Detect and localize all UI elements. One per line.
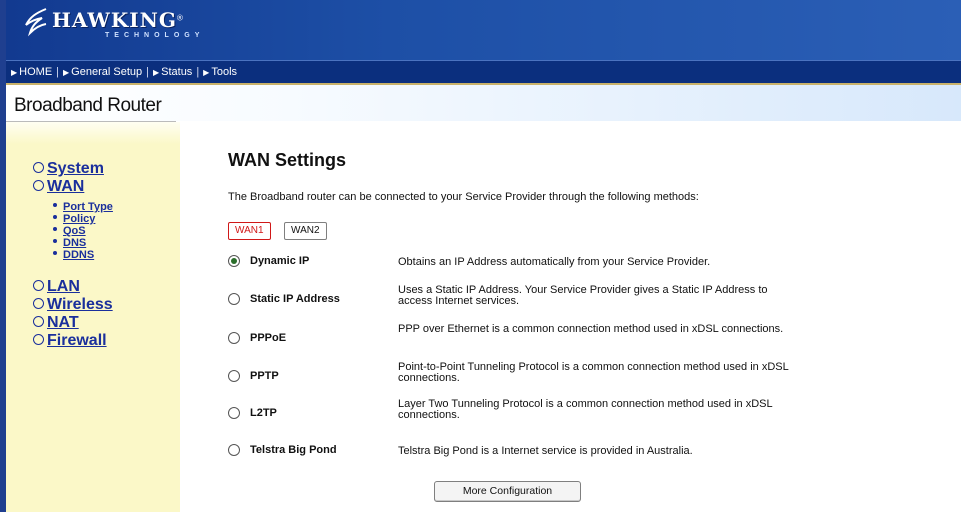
option-l2tp[interactable]: L2TP (228, 407, 277, 419)
intro-text: The Broadband router can be connected to… (228, 191, 699, 203)
sidebar-subitem-ddns[interactable]: DDNS (53, 250, 94, 261)
more-configuration-button[interactable]: More Configuration (434, 481, 581, 502)
page-title: Broadband Router (14, 95, 162, 116)
option-description: Obtains an IP Address automatically from… (398, 256, 711, 268)
hawk-logo-icon (25, 8, 47, 37)
sidebar-item-nat[interactable]: NAT (33, 314, 79, 332)
radio-button-icon[interactable] (228, 444, 240, 456)
nav-general-setup[interactable]: ▶ General Setup (61, 66, 144, 78)
section-title: WAN Settings (228, 150, 347, 170)
sidebar-subitem-policy[interactable]: Policy (53, 214, 95, 225)
menu-ring-icon (33, 316, 44, 328)
menu-ring-icon (33, 180, 44, 192)
nav-arrow-icon: ▶ (152, 68, 160, 77)
bullet-icon (53, 239, 57, 244)
option-pppoe[interactable]: PPPoE (228, 332, 286, 344)
bullet-icon (53, 227, 57, 232)
radio-button-icon[interactable] (228, 255, 240, 267)
option-label: PPTP (250, 370, 279, 382)
bullet-icon (53, 251, 57, 256)
brand-logo: HAWKING® TECHNOLOGY (25, 8, 199, 39)
sidebar-item-wireless[interactable]: Wireless (33, 296, 113, 314)
option-dynamic-ip[interactable]: Dynamic IP (228, 255, 309, 267)
option-label: L2TP (250, 407, 277, 419)
sidebar-item-nat-label[interactable]: NAT (47, 314, 79, 331)
option-description: PPP over Ethernet is a common connection… (398, 323, 784, 335)
sidebar-item-system-label[interactable]: System (47, 160, 104, 177)
option-label: PPPoE (250, 332, 287, 344)
nav-arrow-icon: ▶ (11, 68, 18, 77)
option-pptp[interactable]: PPTP (228, 370, 279, 382)
nav-tools-label: Tools (211, 66, 238, 78)
radio-button-icon[interactable] (228, 407, 240, 419)
brand-subtitle: TECHNOLOGY (105, 32, 205, 39)
sidebar-item-firewall-label[interactable]: Firewall (47, 332, 107, 349)
sidebar-item-lan[interactable]: LAN (33, 278, 80, 296)
sidebar-item-wan[interactable]: WAN (33, 178, 84, 196)
menu-ring-icon (33, 280, 44, 292)
option-label: Static IP Address (250, 293, 340, 305)
top-nav: ▶ HOME | ▶ General Setup | ▶ Status | ▶ Tool… (6, 60, 961, 85)
brand-name: HAWKING (52, 8, 177, 32)
registered-mark: ® (176, 13, 183, 23)
nav-general-setup-label: General Setup (71, 66, 143, 78)
bullet-icon (53, 203, 57, 208)
radio-button-icon[interactable] (228, 293, 240, 305)
nav-separator: | (196, 66, 200, 78)
option-label: Dynamic IP (250, 255, 310, 267)
sidebar-item-lan-label[interactable]: LAN (47, 278, 80, 295)
menu-ring-icon (33, 298, 44, 310)
wan1-button[interactable]: WAN1 (228, 222, 271, 240)
option-description: Uses a Static IP Address. Your Service P… (398, 284, 768, 307)
menu-ring-icon (33, 162, 44, 174)
sidebar-item-wireless-label[interactable]: Wireless (47, 296, 113, 313)
sidebar-item-wan-label[interactable]: WAN (47, 178, 84, 195)
sidebar-subitem-port-type[interactable]: Port Type (53, 202, 113, 213)
option-telstra-big-pond[interactable]: Telstra Big Pond (228, 444, 337, 456)
wan2-button[interactable]: WAN2 (284, 222, 327, 240)
main-content: WAN Settings The Broadband router can be… (180, 122, 961, 512)
sidebar-header-fade (6, 122, 180, 144)
sidebar-subitem-policy-label[interactable]: Policy (63, 213, 95, 225)
sidebar-subitem-ddns-label[interactable]: DDNS (63, 249, 94, 261)
nav-status-label: Status (161, 66, 193, 78)
nav-separator: | (146, 66, 149, 78)
radio-button-icon[interactable] (228, 370, 240, 382)
nav-arrow-icon: ▶ (63, 68, 70, 77)
sidebar-item-system[interactable]: System (33, 160, 104, 178)
sidebar-subitem-port-type-label[interactable]: Port Type (63, 201, 113, 213)
sidebar-item-firewall[interactable]: Firewall (33, 332, 107, 350)
radio-button-icon[interactable] (228, 332, 240, 344)
sidebar-subitem-qos[interactable]: QoS (53, 226, 86, 237)
header-banner: HAWKING® TECHNOLOGY (6, 0, 961, 60)
menu-ring-icon (33, 334, 44, 346)
nav-home-label: HOME (19, 66, 53, 78)
nav-tools[interactable]: ▶ Tools (201, 66, 239, 78)
nav-home[interactable]: ▶ HOME (9, 66, 54, 78)
option-label: Telstra Big Pond (250, 444, 337, 456)
option-description: Layer Two Tunneling Protocol is a common… (398, 398, 773, 421)
title-bar: Broadband Router (6, 85, 961, 121)
nav-separator: | (56, 66, 60, 78)
router-admin-page: HAWKING® TECHNOLOGY ▶ HOME | ▶ General Set… (0, 0, 961, 512)
sidebar-subitem-dns-label[interactable]: DNS (63, 237, 86, 249)
bullet-icon (53, 215, 57, 220)
sidebar: System WAN Port Type Policy QoS DNS DDNS… (6, 122, 180, 512)
sidebar-subitem-qos-label[interactable]: QoS (63, 225, 86, 237)
nav-arrow-icon: ▶ (203, 68, 210, 77)
option-description: Telstra Big Pond is a Internet service i… (398, 445, 693, 457)
option-static-ip[interactable]: Static IP Address (228, 293, 340, 305)
nav-status[interactable]: ▶ Status (151, 66, 194, 78)
option-description: Point-to-Point Tunneling Protocol is a c… (398, 361, 789, 384)
sidebar-subitem-dns[interactable]: DNS (53, 238, 86, 249)
